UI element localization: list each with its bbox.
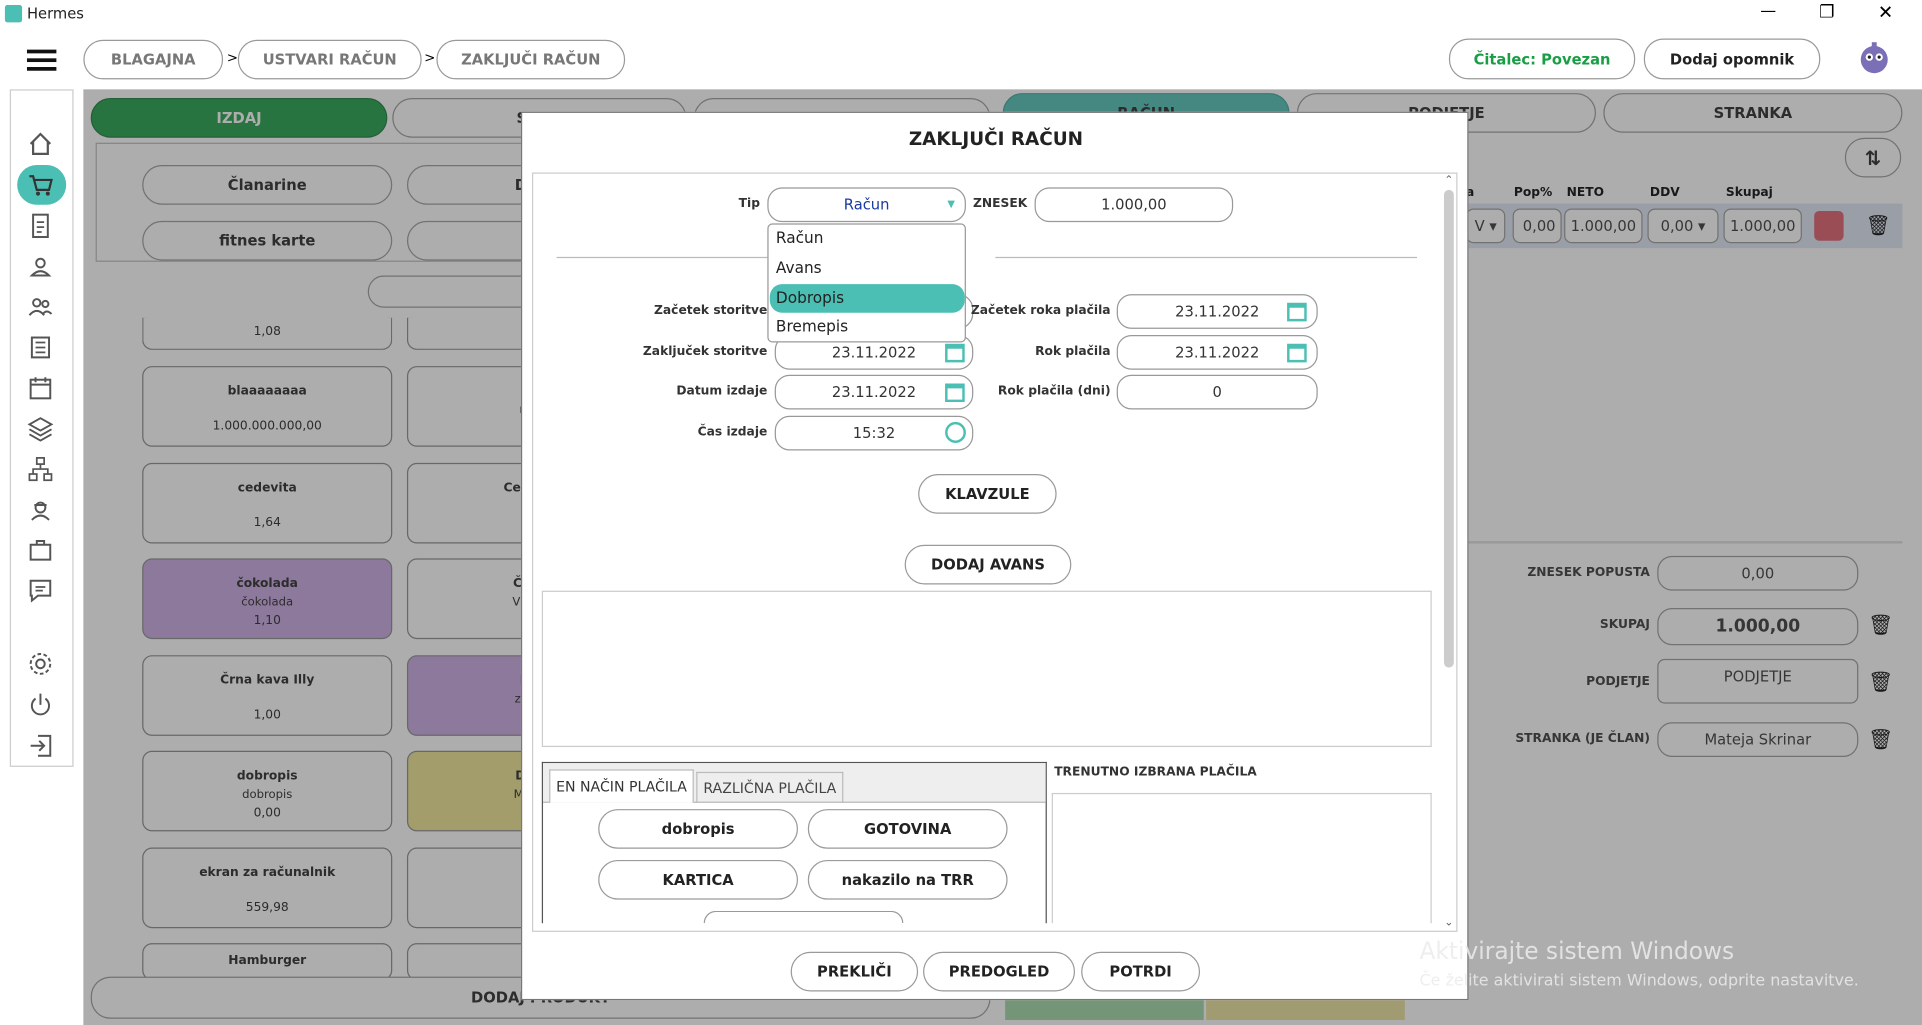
tip-option[interactable]: Račun bbox=[773, 226, 962, 253]
close-button[interactable]: ✕ bbox=[1878, 1, 1893, 23]
rok-placila-dni-label: Rok plačila (dni) bbox=[997, 384, 1111, 399]
selected-payments-list bbox=[1051, 792, 1432, 924]
power-icon[interactable] bbox=[27, 691, 54, 718]
tip-option-selected[interactable]: Dobropis bbox=[769, 284, 965, 313]
dodaj-avans-button[interactable]: DODAJ AVANS bbox=[904, 544, 1072, 585]
calendar-icon[interactable] bbox=[1287, 343, 1307, 363]
home-icon[interactable] bbox=[27, 130, 54, 157]
windows-activation-title: Aktivirajte sistem Windows bbox=[1419, 938, 1735, 966]
app-window: Hermes — ❐ ✕ BLAGAJNA > USTVARI RAČUN > … bbox=[0, 0, 1922, 1025]
znesek-label: ZNESEK bbox=[972, 197, 1028, 211]
add-reminder-button[interactable]: Dodaj opomnik bbox=[1643, 38, 1821, 80]
calendar-icon[interactable] bbox=[27, 375, 54, 402]
tip-label: Tip bbox=[738, 197, 760, 211]
zacetek-storitve-label: Začetek storitve bbox=[654, 304, 768, 318]
zakljuci-racun-dialog: ZAKLJUČI RAČUN ⌃ ⌄ Tip Račun ▼ ZNESEK 1.… bbox=[520, 111, 1469, 1001]
tab-en-nacin-placila[interactable]: EN NAČIN PLAČILA bbox=[549, 769, 694, 803]
worker-icon[interactable] bbox=[27, 496, 54, 523]
scrollbar[interactable]: ⌃ ⌄ bbox=[1442, 175, 1457, 929]
user-icon[interactable] bbox=[27, 253, 54, 280]
window-title: Hermes bbox=[26, 4, 84, 23]
document-icon[interactable] bbox=[27, 212, 54, 239]
breadcrumb-separator: > bbox=[424, 49, 436, 66]
zakljucek-storitve-label: Zaključek storitve bbox=[642, 344, 768, 359]
list-icon[interactable] bbox=[27, 334, 54, 361]
breadcrumb-zakljuci-racun[interactable]: ZAKLJUČI RAČUN bbox=[436, 39, 626, 80]
cancel-button[interactable]: PREKLIČI bbox=[790, 951, 919, 992]
layers-icon[interactable] bbox=[27, 414, 54, 442]
divider bbox=[556, 256, 768, 259]
tip-option[interactable]: Bremepis bbox=[773, 314, 962, 341]
cas-izdaje-label: Čas izdaje bbox=[697, 425, 768, 440]
avatar[interactable] bbox=[1856, 40, 1893, 80]
briefcase-icon[interactable] bbox=[27, 536, 54, 563]
breadcrumb-ustvari-racun[interactable]: USTVARI RAČUN bbox=[237, 39, 422, 80]
datum-izdaje-field[interactable]: 23.11.2022 bbox=[774, 374, 974, 410]
trenutno-izbrana-label: TRENUTNO IZBRANA PLAČILA bbox=[1054, 765, 1257, 780]
divider bbox=[995, 256, 1418, 259]
confirm-button[interactable]: POTRDI bbox=[1081, 951, 1201, 992]
cas-izdaje-field[interactable]: 15:32 bbox=[774, 415, 974, 451]
datum-izdaje-label: Datum izdaje bbox=[676, 384, 768, 399]
minimize-button[interactable]: — bbox=[1760, 2, 1776, 21]
tip-option[interactable]: Avans bbox=[773, 256, 962, 283]
hamburger-menu-icon[interactable] bbox=[26, 49, 57, 72]
znesek-field[interactable]: 1.000,00 bbox=[1034, 187, 1234, 223]
clock-icon[interactable] bbox=[945, 421, 966, 444]
hierarchy-icon[interactable] bbox=[27, 455, 54, 482]
calendar-icon[interactable] bbox=[945, 383, 965, 403]
payment-more-button[interactable] bbox=[703, 910, 904, 924]
message-icon[interactable] bbox=[27, 577, 54, 604]
logout-icon[interactable] bbox=[27, 732, 54, 759]
calendar-icon[interactable] bbox=[945, 343, 965, 363]
rok-placila-label: Rok plačila bbox=[1035, 344, 1111, 359]
preview-button[interactable]: PREDOGLED bbox=[923, 951, 1076, 992]
tip-dropdown: Račun Avans Dobropis Bremepis bbox=[767, 223, 966, 343]
payment-kartica-button[interactable]: KARTICA bbox=[598, 859, 798, 900]
reader-status-button[interactable]: Čitalec: Povezan bbox=[1448, 38, 1636, 80]
dialog-title: ZAKLJUČI RAČUN bbox=[908, 127, 1084, 151]
tab-razlicna-placila[interactable]: RAZLIČNA PLAČILA bbox=[696, 771, 844, 803]
maximize-button[interactable]: ❐ bbox=[1819, 2, 1834, 22]
payment-nakazilo-button[interactable]: nakazilo na TRR bbox=[807, 859, 1008, 900]
payment-dobropis-button[interactable]: dobropis bbox=[598, 809, 798, 849]
tip-select[interactable]: Račun ▼ bbox=[767, 187, 966, 223]
cart-icon[interactable] bbox=[27, 171, 54, 198]
title-bar: Hermes — ❐ ✕ bbox=[0, 0, 1922, 30]
calendar-icon[interactable] bbox=[1287, 302, 1307, 322]
windows-activation-text: Če želite aktivirati sistem Windows, odp… bbox=[1419, 971, 1859, 991]
payment-gotovina-button[interactable]: GOTOVINA bbox=[807, 809, 1008, 849]
avans-list bbox=[541, 590, 1432, 748]
users-icon[interactable] bbox=[27, 293, 54, 320]
zacetek-roka-label: Začetek roka plačila bbox=[970, 304, 1111, 318]
settings-icon[interactable] bbox=[27, 650, 54, 677]
rok-placila-dni-field[interactable]: 0 bbox=[1116, 374, 1318, 410]
breadcrumb-separator: > bbox=[226, 49, 239, 66]
breadcrumb-blagajna[interactable]: BLAGAJNA bbox=[83, 39, 224, 80]
klavzule-button[interactable]: KLAVZULE bbox=[918, 474, 1057, 514]
app-icon bbox=[4, 4, 23, 23]
